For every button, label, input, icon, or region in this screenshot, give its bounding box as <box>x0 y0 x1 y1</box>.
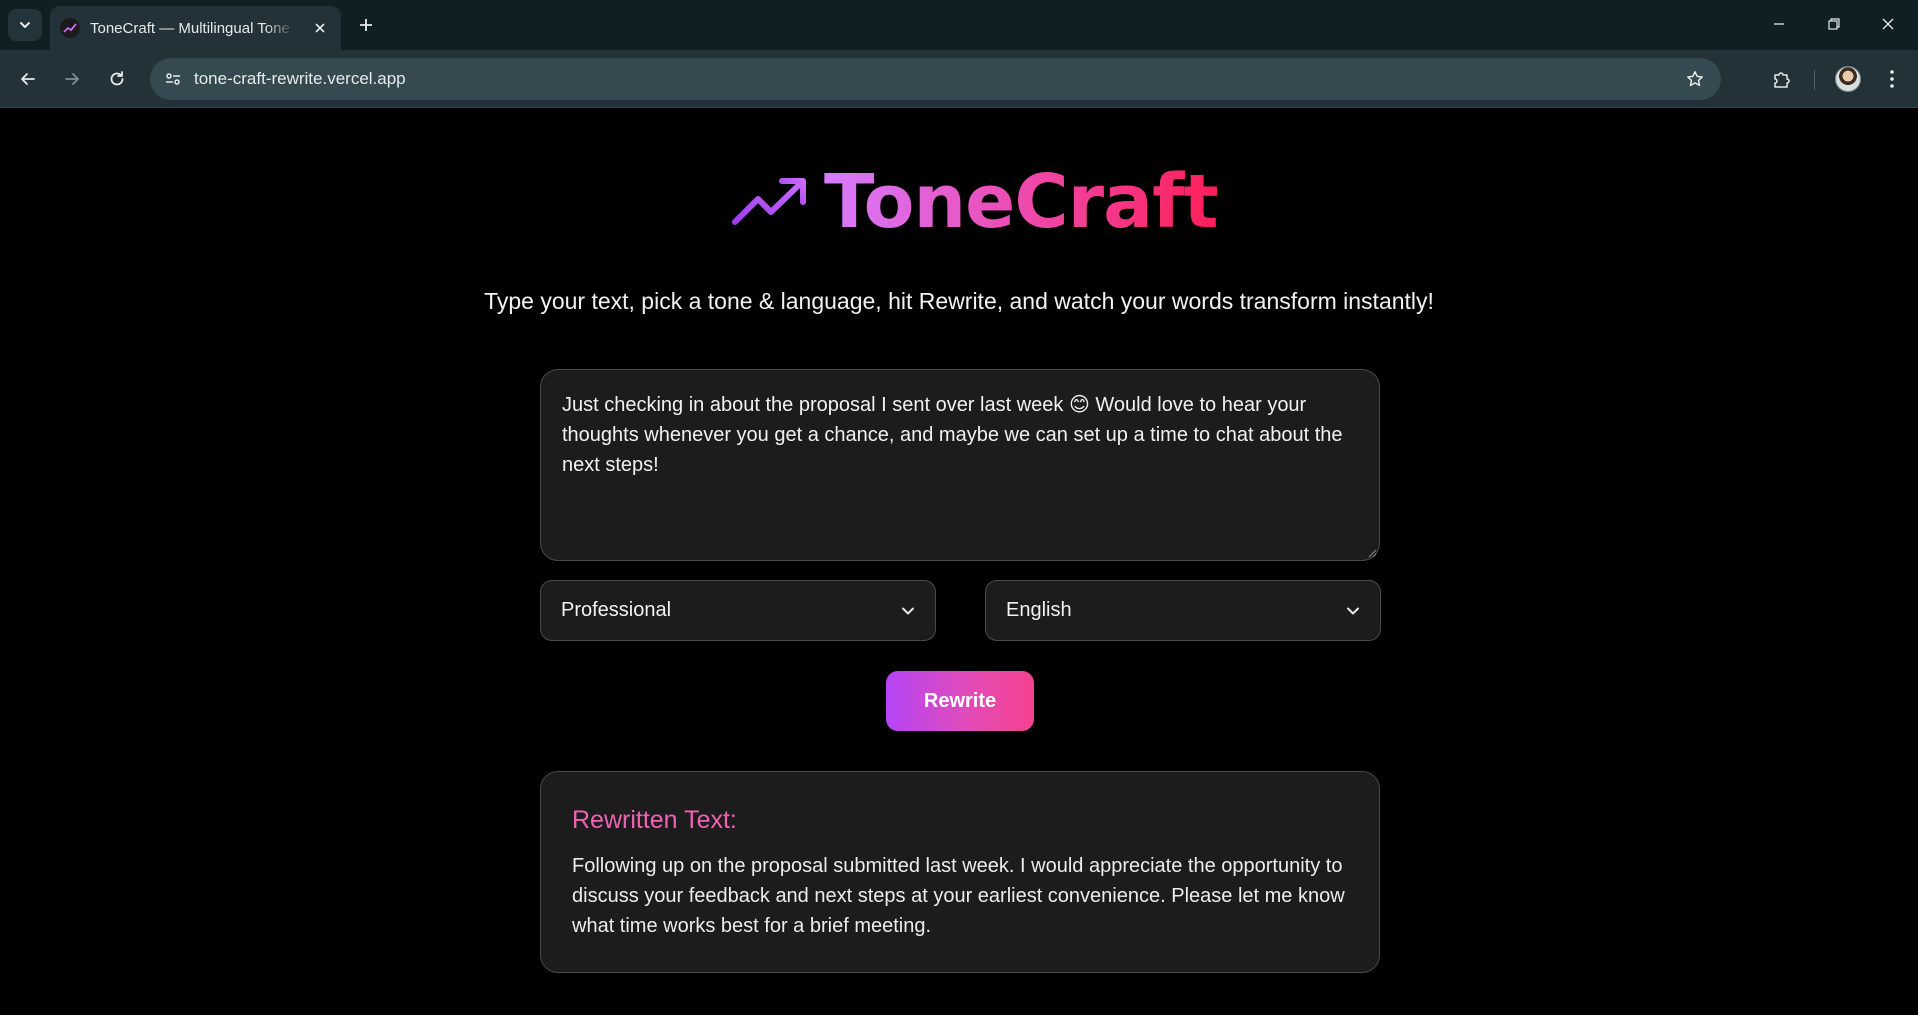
app-title: ToneCraft <box>824 159 1219 245</box>
chevron-down-icon <box>902 607 914 614</box>
restore-icon <box>1828 18 1840 30</box>
more-vertical-icon <box>1890 70 1894 88</box>
close-tab-icon[interactable] <box>309 17 331 39</box>
restore-window-button[interactable] <box>1814 8 1854 40</box>
app-tagline: Type your text, pick a tone & language, … <box>484 288 1434 314</box>
language-select[interactable]: English <box>985 580 1381 641</box>
bookmark-star-icon[interactable] <box>1681 65 1709 93</box>
tone-select-value: Professional <box>561 599 672 621</box>
toolbar-divider <box>1814 70 1815 90</box>
profile-button[interactable] <box>1832 63 1864 95</box>
result-title: Rewritten Text: <box>572 806 737 834</box>
url-text: tone-craft-rewrite.vercel.app <box>194 69 406 88</box>
close-icon <box>1882 18 1894 30</box>
reload-icon <box>110 71 124 86</box>
page-content: ToneCraft Type your text, pick a tone & … <box>0 109 1918 1015</box>
minimize-icon <box>1774 23 1784 25</box>
trending-up-icon <box>732 178 806 225</box>
tone-select[interactable]: Professional <box>540 580 936 641</box>
result-card: Rewritten Text: Following up on the prop… <box>540 771 1380 973</box>
result-text: Following up on the proposal submitted l… <box>572 855 1345 937</box>
plus-icon <box>360 19 372 31</box>
arrow-left-icon <box>21 73 35 85</box>
arrow-right-icon <box>65 73 79 85</box>
back-button[interactable] <box>12 63 44 95</box>
rewrite-button[interactable]: Rewrite <box>886 671 1034 731</box>
close-window-button[interactable] <box>1868 8 1908 40</box>
resize-handle-icon[interactable] <box>1368 549 1377 558</box>
app-logo: ToneCraft <box>730 159 1219 245</box>
puzzle-icon <box>1774 72 1790 88</box>
source-text-input[interactable]: Just checking in about the proposal I se… <box>540 369 1380 561</box>
extensions-button[interactable] <box>1766 63 1798 95</box>
browser-tab-active[interactable]: ToneCraft — Multilingual Tone Rewriter <box>50 6 341 50</box>
browser-menu-button[interactable] <box>1876 63 1908 95</box>
browser-tab-strip: ToneCraft — Multilingual Tone Rewriter <box>0 0 1918 50</box>
tab-search-button[interactable] <box>8 9 42 41</box>
address-bar[interactable]: tone-craft-rewrite.vercel.app <box>150 58 1721 100</box>
reload-button[interactable] <box>101 63 133 95</box>
chevron-down-icon <box>20 22 30 28</box>
browser-toolbar: tone-craft-rewrite.vercel.app <box>0 50 1918 108</box>
forward-button[interactable] <box>56 63 88 95</box>
avatar <box>1835 66 1861 92</box>
minimize-window-button[interactable] <box>1759 8 1799 40</box>
chevron-down-icon <box>1347 607 1359 614</box>
tab-favicon-icon <box>60 18 80 38</box>
tab-title: ToneCraft — Multilingual Tone Rewriter <box>90 19 295 37</box>
new-tab-button[interactable] <box>352 11 380 39</box>
site-info-icon[interactable] <box>158 64 188 94</box>
language-select-value: English <box>1006 599 1072 621</box>
